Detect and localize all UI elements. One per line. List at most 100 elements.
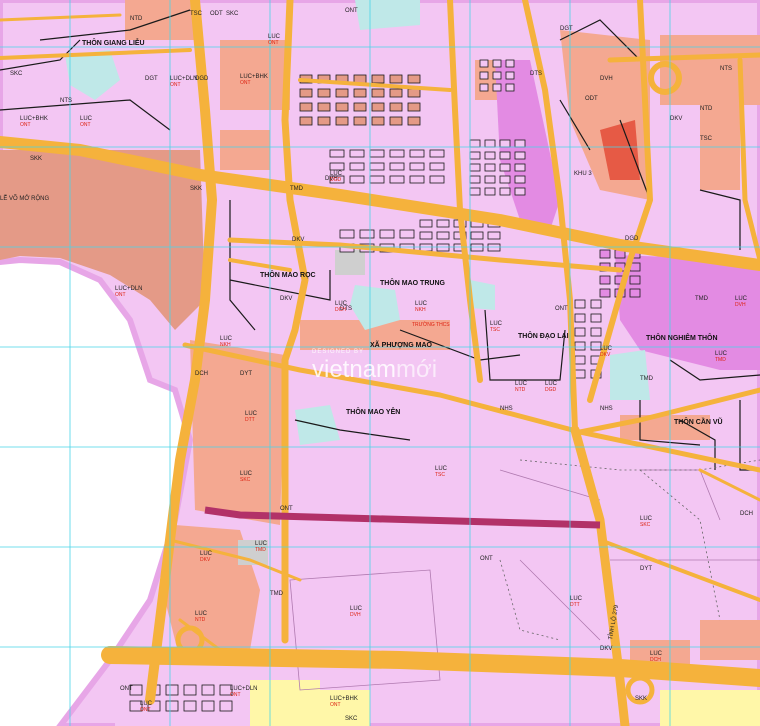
agricultural-block [700, 620, 760, 660]
building-block [599, 249, 611, 259]
building-block [389, 116, 403, 126]
building-block [499, 175, 511, 184]
building-block [371, 116, 385, 126]
building-block [469, 139, 481, 148]
land-code-sublabel: ONT [20, 122, 31, 128]
building-block [299, 102, 313, 112]
land-code-label: TMD [695, 296, 709, 302]
building-block [514, 139, 526, 148]
building-block [399, 229, 415, 239]
building-block [317, 102, 331, 112]
building-block [629, 275, 641, 285]
building-block [479, 71, 489, 80]
building-block [419, 219, 433, 228]
land-code-label: NTS [720, 66, 732, 72]
land-code-sublabel: ONT [240, 80, 251, 86]
land-code-label: DCH [740, 511, 753, 517]
building-block [165, 700, 179, 712]
land-code-sublabel: ONT [268, 40, 279, 46]
building-block [409, 162, 425, 171]
building-block [487, 243, 501, 252]
building-block [469, 163, 481, 172]
building-block [201, 700, 215, 712]
land-code-label: ONT [555, 306, 568, 312]
building-block [183, 684, 197, 696]
building-block [505, 71, 515, 80]
land-code-sublabel: DVH [350, 612, 361, 618]
building-block [487, 231, 501, 240]
land-code-sublabel: TSC [435, 472, 445, 478]
agricultural-block [220, 130, 270, 170]
building-block [514, 175, 526, 184]
building-block [379, 229, 395, 239]
place-label-thon-mao-yen: THÔN MAO YÊN [346, 407, 400, 416]
land-code-label: DKV [670, 116, 682, 122]
land-code-label: DCH [195, 371, 208, 377]
building-block [590, 327, 602, 337]
land-code-label: ONT [480, 556, 493, 562]
building-block [492, 59, 502, 68]
building-block [419, 243, 433, 252]
building-block [219, 700, 233, 712]
building-block [574, 355, 586, 365]
agricultural-block [190, 340, 285, 525]
watermark-brand: vietnammới [312, 356, 437, 383]
land-code-label: DGD [625, 236, 639, 242]
land-code-label: ONT [280, 506, 293, 512]
land-code-sublabel: TMD [715, 357, 726, 363]
building-block [629, 288, 641, 298]
building-block [409, 149, 425, 158]
building-block [499, 151, 511, 160]
building-block [353, 88, 367, 98]
building-block [436, 243, 450, 252]
map-canvas[interactable]: ONTLUCONTLUC+DLNONTLUC+BHKONTSKCSKK TMDDG… [0, 0, 760, 726]
building-block [479, 59, 489, 68]
place-label-le-vo-mo-rong: LỄ VÕ MỞ RỘNG [0, 195, 49, 202]
building-block [590, 313, 602, 323]
land-code-sublabel: TSC [490, 327, 500, 333]
land-code-sublabel: DVH [735, 302, 746, 308]
land-code-label: TSC [190, 11, 203, 17]
building-block [499, 139, 511, 148]
building-block [335, 88, 349, 98]
land-code-label: DKV [280, 296, 292, 302]
land-code-label: TMD [640, 376, 654, 382]
building-block [436, 231, 450, 240]
land-code-label: SKK [635, 696, 647, 702]
place-label-thon-dao-lai: THÔN ĐẠO LẠI [518, 331, 569, 340]
building-block [359, 229, 375, 239]
watermark-brand-main: vietnam [312, 356, 396, 383]
building-block [407, 102, 421, 112]
building-block [201, 684, 215, 696]
land-code-label: SKK [190, 186, 202, 192]
building-block [574, 299, 586, 309]
building-block [599, 288, 611, 298]
building-block [353, 102, 367, 112]
building-block [371, 74, 385, 84]
land-code-label: DGD [195, 76, 209, 82]
building-block [389, 175, 405, 184]
land-use-planning-map[interactable]: ONT LUC ONT LUC+DLN ONT LUC+BHK ONT SKC SKK TMD DG… [0, 0, 760, 726]
building-block [484, 175, 496, 184]
land-code-sublabel: ONT [140, 707, 151, 713]
building-block [436, 219, 450, 228]
building-block [317, 116, 331, 126]
building-block [574, 341, 586, 351]
place-label-xa-phuong-mao: XÃ PHƯỢNG MAO [370, 340, 433, 349]
place-label-thon-giang-lieu: THÔN GIANG LIỄU [82, 38, 145, 47]
land-code-label: SKC [226, 11, 239, 17]
building-block [165, 684, 179, 696]
building-block [470, 243, 484, 252]
building-block [590, 299, 602, 309]
land-code-label: DYT [240, 371, 252, 377]
land-code-sublabel: DCH [650, 657, 661, 663]
building-block [407, 88, 421, 98]
land-code-sublabel: DCH [335, 307, 346, 313]
watermark-tagline: DESIGNED BY [312, 349, 364, 355]
land-code-sublabel: TMD [255, 547, 266, 553]
building-block [514, 163, 526, 172]
building-block [429, 162, 445, 171]
gray-block [335, 250, 365, 275]
building-block [469, 151, 481, 160]
building-block [317, 88, 331, 98]
